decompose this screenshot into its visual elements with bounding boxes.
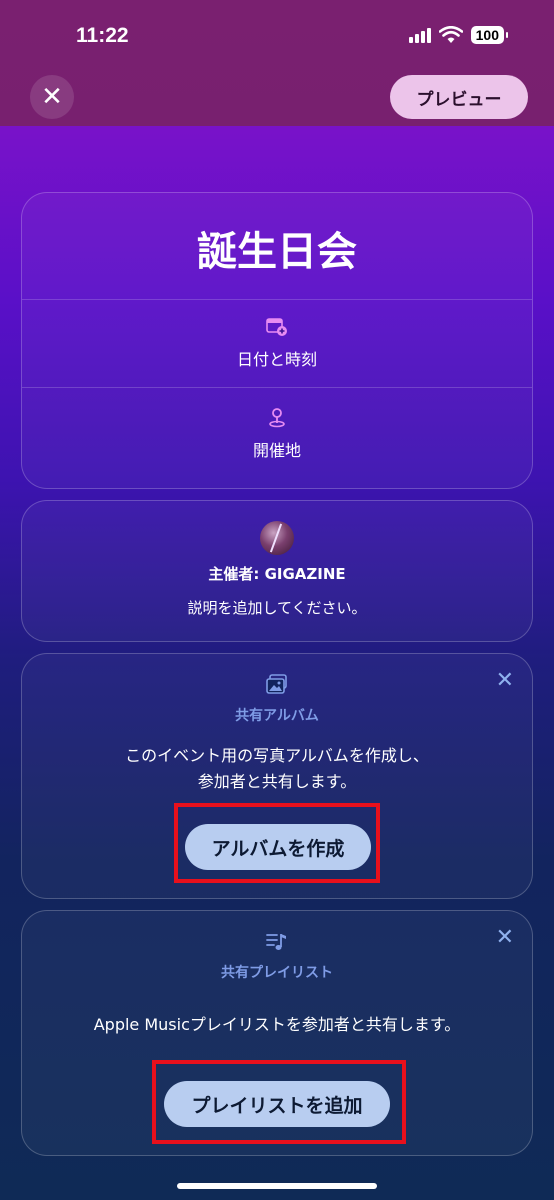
host-card: 主催者: GIGAZINE 説明を追加してください。 <box>21 500 533 642</box>
album-text-line1: このイベント用の写真アルバムを作成し、 <box>125 746 429 765</box>
preview-button[interactable]: プレビュー <box>390 75 528 119</box>
home-indicator <box>177 1183 377 1189</box>
divider <box>22 387 532 388</box>
highlight-box <box>174 803 380 883</box>
battery-indicator: 100 <box>470 26 509 44</box>
signal-icon <box>408 27 431 43</box>
music-list-icon <box>22 931 532 957</box>
playlist-label: 共有プレイリスト <box>221 965 333 981</box>
avatar <box>260 521 294 555</box>
close-icon: ✕ <box>41 82 63 112</box>
status-time: 11:22 <box>76 24 129 47</box>
datetime-row[interactable]: 日付と時刻 <box>22 346 532 370</box>
divider <box>22 299 532 300</box>
location-row[interactable]: 開催地 <box>22 437 532 461</box>
host-name: 主催者: GIGAZINE <box>208 565 346 583</box>
album-label: 共有アルバム <box>235 708 319 724</box>
playlist-text: Apple Musicプレイリストを参加者と共有します。 <box>93 1015 461 1034</box>
wifi-icon <box>438 26 463 43</box>
photo-album-icon <box>22 674 532 700</box>
close-button[interactable]: ✕ <box>30 75 74 119</box>
status-icons: 100 <box>408 26 509 44</box>
album-text-line2: 参加者と共有します。 <box>197 772 357 791</box>
highlight-box <box>152 1060 406 1144</box>
event-title[interactable]: 誕生日会 <box>22 219 532 277</box>
calendar-add-icon <box>22 317 532 341</box>
description-field[interactable]: 説明を追加してください。 <box>22 597 532 618</box>
location-pin-icon <box>22 407 532 433</box>
event-details-card: 誕生日会 日付と時刻 開催地 <box>21 192 533 489</box>
